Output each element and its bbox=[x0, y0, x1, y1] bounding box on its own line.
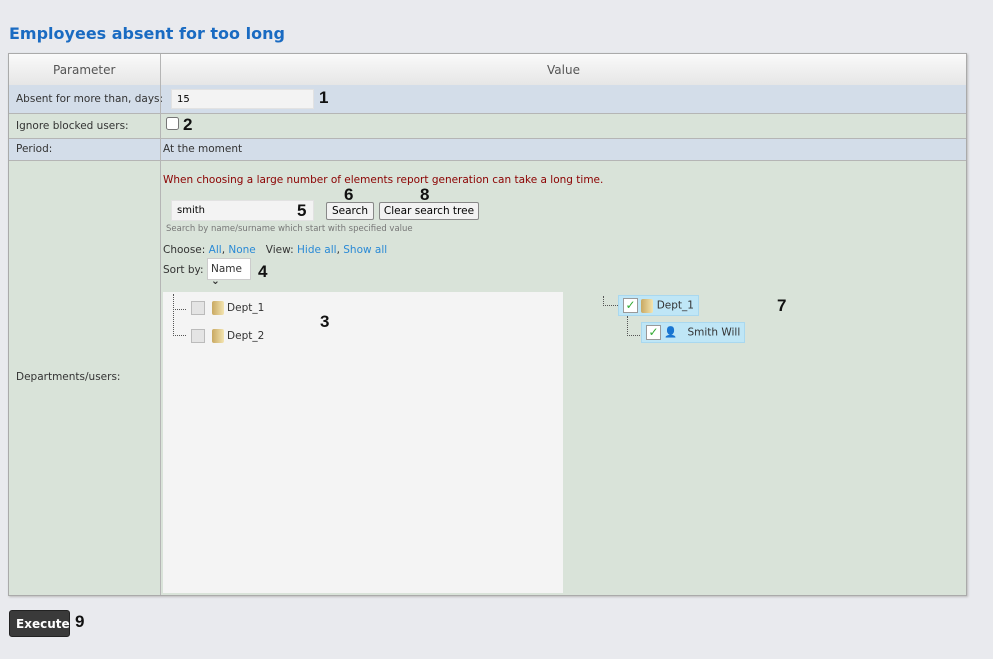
row-absent: Absent for more than, days: 1 bbox=[9, 85, 966, 114]
row-ignore: Ignore blocked users: 2 bbox=[9, 114, 966, 139]
sort-selected: Name bbox=[211, 263, 242, 275]
folder-icon bbox=[641, 298, 654, 313]
show-all-link[interactable]: Show all bbox=[343, 244, 387, 256]
callout-5: 5 bbox=[297, 201, 307, 220]
choose-none-link[interactable]: None bbox=[228, 244, 255, 256]
node-label: Smith Will bbox=[687, 326, 741, 339]
callout-2: 2 bbox=[183, 115, 193, 134]
row-departments: Departments/users: When choosing a large… bbox=[9, 161, 966, 595]
callout-3: 3 bbox=[320, 312, 330, 331]
parameter-header: Parameter bbox=[53, 63, 116, 77]
folder-icon bbox=[211, 329, 224, 343]
department-tree: Dept_1 Dept_2 3 bbox=[163, 292, 563, 593]
callout-7: 7 bbox=[777, 296, 787, 315]
value-header: Value bbox=[547, 63, 580, 77]
departments-label: Departments/users: bbox=[16, 371, 121, 383]
choose-view-bar: Choose: All, None View: Hide all, Show a… bbox=[163, 244, 388, 256]
callout-4: 4 bbox=[258, 262, 268, 281]
check-icon[interactable]: ✓ bbox=[623, 298, 638, 313]
callout-9: 9 bbox=[75, 612, 85, 631]
execute-button[interactable]: Execute bbox=[9, 610, 70, 637]
period-value: At the moment bbox=[163, 143, 243, 155]
period-label: Period: bbox=[16, 143, 53, 155]
search-input[interactable] bbox=[171, 200, 314, 221]
ignore-label: Ignore blocked users: bbox=[16, 120, 129, 132]
checkbox-icon[interactable] bbox=[191, 301, 205, 315]
absent-label: Absent for more than, days: bbox=[16, 93, 164, 105]
choose-all-link[interactable]: All bbox=[209, 244, 222, 256]
selected-tree-node[interactable]: ✓ 👤 Smith Will bbox=[641, 322, 746, 343]
check-icon[interactable]: ✓ bbox=[646, 325, 661, 340]
checkbox-icon[interactable] bbox=[191, 329, 205, 343]
tree-node[interactable]: Dept_1 bbox=[191, 301, 264, 315]
node-label: Dept_1 bbox=[656, 299, 694, 312]
user-icon: 👤 bbox=[664, 326, 678, 339]
row-period: Period: At the moment bbox=[9, 139, 966, 161]
node-label: Dept_1 bbox=[227, 302, 265, 314]
sort-select[interactable]: Name ⌄ bbox=[207, 258, 251, 287]
search-button[interactable]: Search bbox=[326, 202, 374, 220]
view-label: View: bbox=[265, 244, 294, 256]
node-label: Dept_2 bbox=[227, 330, 265, 342]
choose-label: Choose: bbox=[163, 244, 206, 256]
tree-node[interactable]: Dept_2 bbox=[191, 329, 264, 343]
callout-1: 1 bbox=[319, 88, 329, 107]
folder-icon bbox=[211, 301, 224, 315]
warning-text: When choosing a large number of elements… bbox=[163, 174, 604, 186]
clear-search-tree-button[interactable]: Clear search tree bbox=[379, 202, 479, 220]
search-hint: Search by name/surname which start with … bbox=[166, 224, 413, 234]
absent-days-input[interactable] bbox=[171, 89, 314, 109]
sort-label: Sort by: bbox=[163, 264, 204, 276]
table-header: Parameter Value bbox=[9, 54, 966, 86]
ignore-blocked-checkbox[interactable] bbox=[166, 117, 179, 130]
column-divider bbox=[160, 54, 161, 595]
selected-tree-node[interactable]: ✓ Dept_1 bbox=[618, 295, 699, 316]
page-title: Employees absent for too long bbox=[9, 24, 285, 43]
parameters-table: Parameter Value Absent for more than, da… bbox=[8, 53, 967, 596]
chevron-down-icon: ⌄ bbox=[211, 275, 220, 287]
hide-all-link[interactable]: Hide all bbox=[297, 244, 337, 256]
